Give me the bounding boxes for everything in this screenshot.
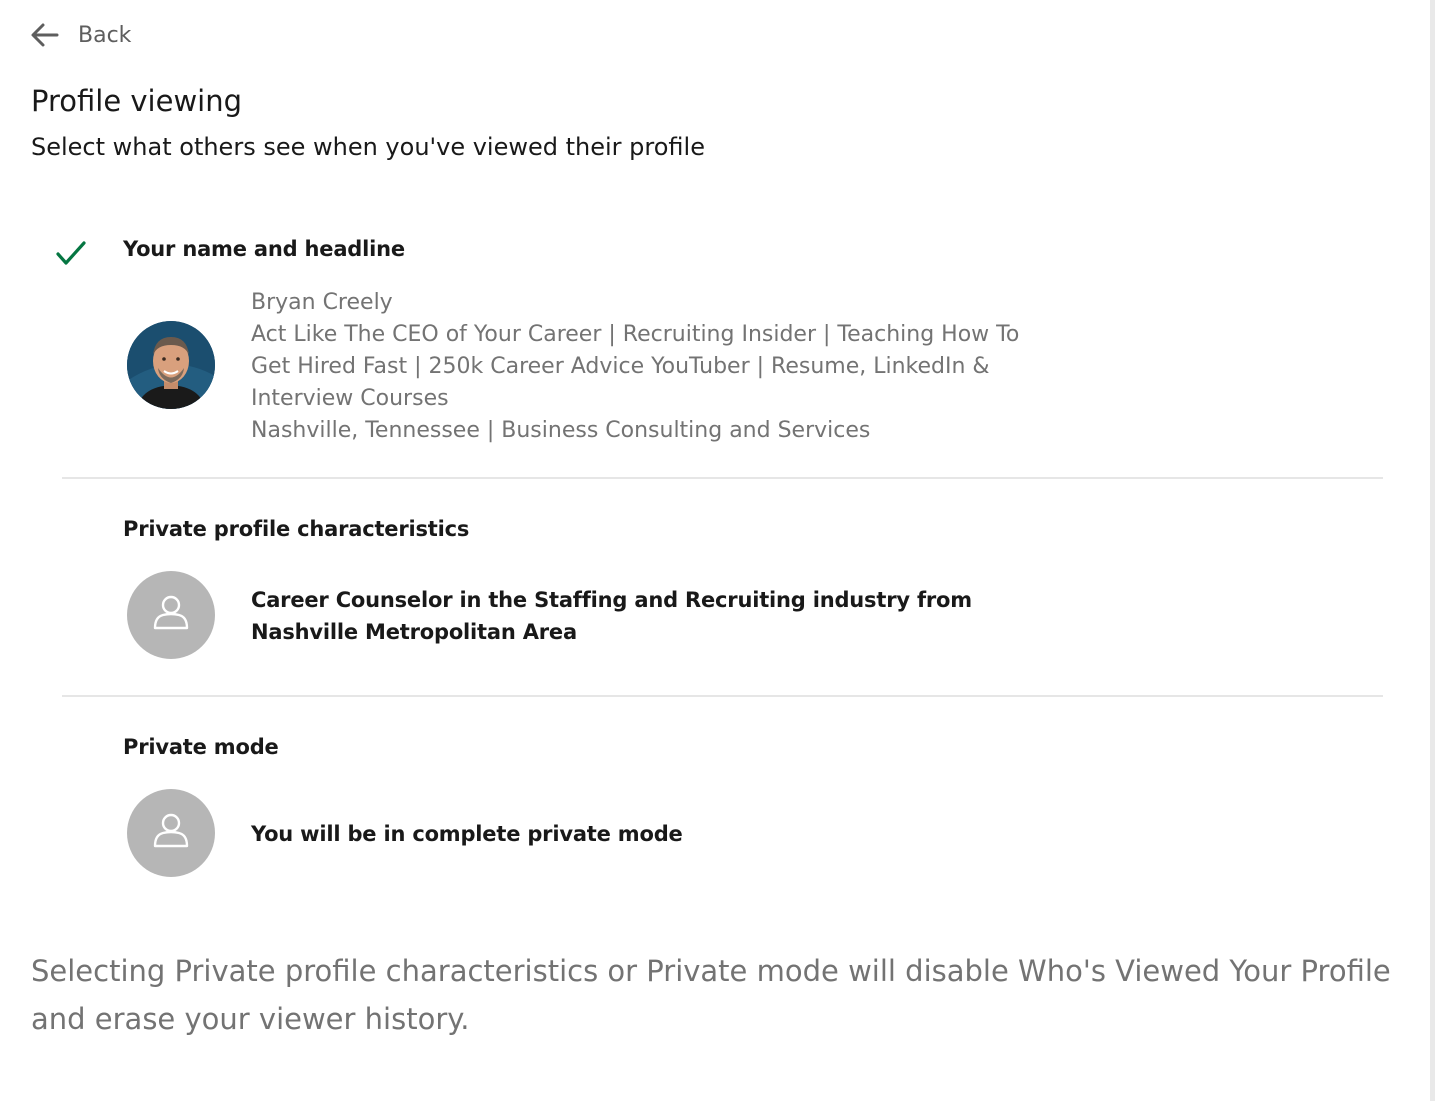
divider [62, 695, 1383, 697]
footer-note-line: Selecting Private profile characteristic… [31, 954, 1391, 988]
checkmark-icon [55, 240, 87, 272]
option-title: Private profile characteristics [123, 517, 470, 541]
page-title: Profile viewing [31, 84, 243, 118]
profile-location: Nashville, Tennessee | Business Consulti… [251, 418, 871, 443]
page-subtitle: Select what others see when you've viewe… [31, 133, 705, 161]
option-private-profile-characteristics[interactable]: Private profile characteristics Career C… [0, 502, 1435, 695]
arrow-left-icon [30, 22, 60, 48]
profile-name: Bryan Creely [251, 290, 393, 315]
footer-note-line: and erase your viewer history. [31, 1002, 470, 1036]
profile-headline-line: Act Like The CEO of Your Career | Recrui… [251, 322, 1020, 347]
anonymous-avatar [127, 789, 215, 877]
profile-photo [127, 321, 215, 409]
option-title: Private mode [123, 735, 279, 759]
back-button[interactable]: Back [30, 18, 131, 52]
option-private-mode[interactable]: Private mode You will be in complete pri… [0, 720, 1435, 900]
profile-headline-line: Interview Courses [251, 386, 449, 411]
back-label: Back [78, 22, 132, 48]
description-line: Career Counselor in the Staffing and Rec… [251, 588, 972, 612]
scrollbar-track[interactable] [1430, 0, 1435, 1101]
option-description: You will be in complete private mode [251, 822, 683, 846]
profile-viewing-page: Back Profile viewing Select what others … [0, 0, 1435, 1101]
profile-preview: Bryan Creely Act Like The CEO of Your Ca… [251, 287, 1020, 447]
option-title: Your name and headline [123, 237, 405, 261]
anonymous-avatar [127, 571, 215, 659]
person-outline-icon [151, 593, 191, 637]
option-description: Career Counselor in the Staffing and Rec… [251, 584, 972, 648]
profile-headline-line: Get Hired Fast | 250k Career Advice YouT… [251, 354, 990, 379]
divider [62, 477, 1383, 479]
option-name-and-headline[interactable]: Your name and headline Bryan Creely Act … [0, 222, 1435, 478]
person-outline-icon [151, 811, 191, 855]
footer-note: Selecting Private profile characteristic… [31, 947, 1401, 1043]
description-line: Nashville Metropolitan Area [251, 620, 577, 644]
